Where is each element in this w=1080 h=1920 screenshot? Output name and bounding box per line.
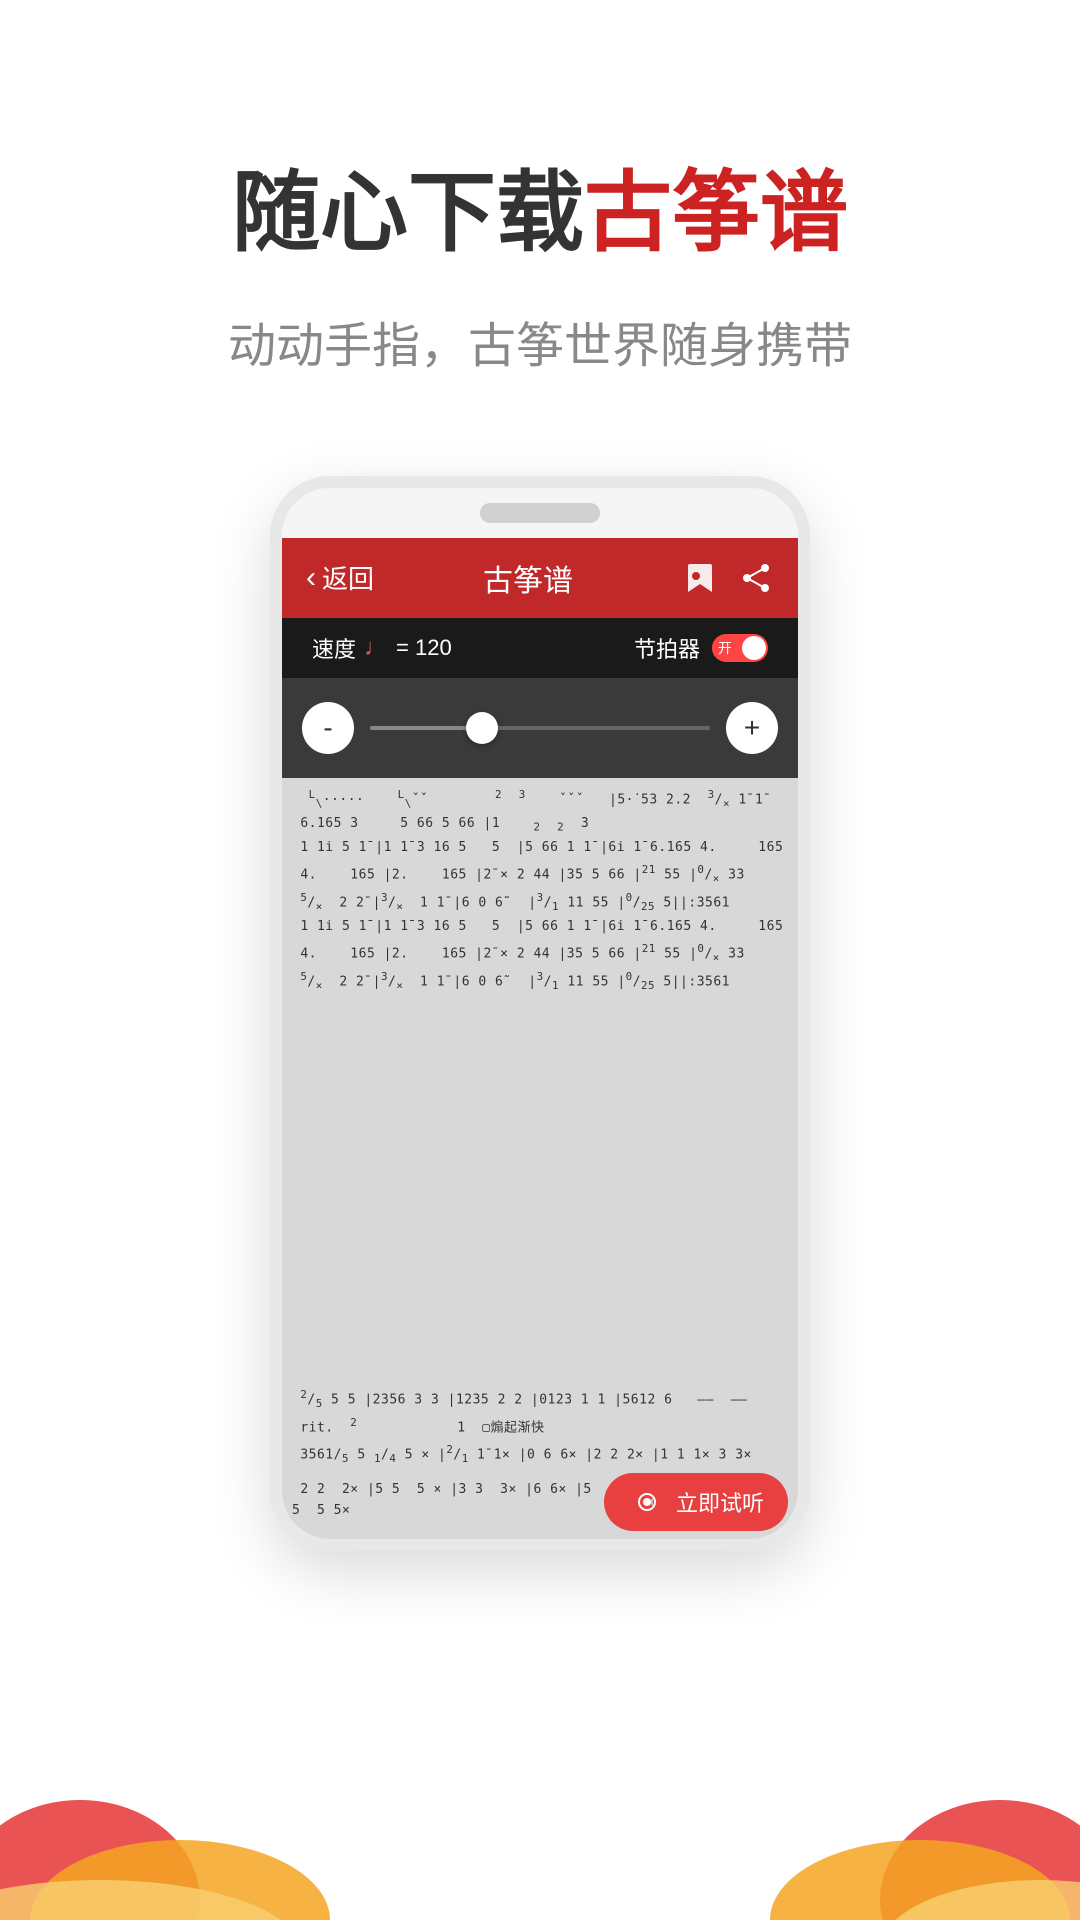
- speed-right: 节拍器 开: [634, 632, 768, 664]
- phone-mockup: ‹ 返回 古筝谱: [270, 476, 810, 1552]
- app-title: 古筝谱: [483, 556, 573, 600]
- share-icon[interactable]: [738, 560, 774, 596]
- hero-subtitle: 动动手指，古筝世界随身携带: [0, 306, 1080, 376]
- back-label: 返回: [322, 559, 374, 596]
- sheet-line-3: 4. 165 |2. 165 |2̄ × 2 44 |35 5 66 |2̄1 …: [292, 861, 788, 887]
- music-note-icon: ♩: [364, 634, 388, 662]
- metronome-label: 节拍器: [634, 632, 700, 664]
- try-listen-button[interactable]: 立即试听: [604, 1473, 788, 1531]
- phone-speaker: [480, 503, 600, 523]
- toggle-on-label: 开: [718, 638, 732, 658]
- speed-bar: 速度 ♩ = 120 节拍器 开: [282, 618, 798, 678]
- speed-value: = 120: [396, 635, 452, 661]
- header-icons: [682, 560, 774, 596]
- metronome-toggle[interactable]: 开: [712, 634, 768, 662]
- bottom-sheet-area: 2/5 5 5 |2356 3 3 |1235 2 2 |0123 1 1 |5…: [282, 1378, 798, 1540]
- hero-section: 随心下载古筝谱 动动手指，古筝世界随身携带: [0, 0, 1080, 436]
- playback-line-2: rit. 2 1 ▢煽起渐快: [292, 1414, 788, 1439]
- playback-line-3: 3561/5 5 1/4 5 × |2/1 1̄ 1× |0 6 6× |2 2…: [292, 1441, 788, 1467]
- minus-icon: -: [323, 712, 332, 744]
- slider-minus-button[interactable]: -: [302, 702, 354, 754]
- sheet-line-6: 4. 165 |2. 165 |2̄ × 2 44 |35 5 66 |2̄1 …: [292, 940, 788, 966]
- toggle-knob: [742, 636, 766, 660]
- back-button[interactable]: ‹ 返回: [306, 559, 374, 596]
- app-header: ‹ 返回 古筝谱: [282, 538, 798, 618]
- plus-icon: +: [744, 712, 760, 744]
- sheet-line-5: 1 1i 5 1̄ |1 1̄ 3 16 5 5 |5 66 1 1̄ |6i …: [292, 917, 788, 938]
- playback-line-1: 2/5 5 5 |2356 3 3 |1235 2 2 |0123 1 1 |5…: [292, 1386, 788, 1412]
- hero-title-prefix: 随心下载: [232, 163, 584, 262]
- speaker-icon: [628, 1483, 666, 1521]
- bookmark-icon[interactable]: [682, 560, 718, 596]
- speed-left: 速度 ♩ = 120: [312, 632, 452, 664]
- slider-area: - +: [282, 678, 798, 778]
- chevron-left-icon: ‹: [306, 561, 316, 595]
- app-content: ‹ 返回 古筝谱: [282, 538, 798, 1540]
- speed-label: 速度: [312, 632, 356, 664]
- hero-title-accent: 古筝谱: [584, 163, 848, 262]
- sheet-line-4: 5/× 2 2̄ |3/× 1 1̄ |6 0 6̃ |3/1 11 55 |0…: [292, 889, 788, 915]
- slider-track[interactable]: [370, 726, 710, 730]
- slider-plus-button[interactable]: +: [726, 702, 778, 754]
- playback-line-4: 2 2 2× |5 5 5 × |3 3 3× |6 6× |5 5 5 5×: [292, 1480, 594, 1522]
- try-listen-label: 立即试听: [676, 1486, 764, 1518]
- sheet-line-1: L\····· L\ˇˇ 2 3 ˇˇˇ |5··53 2.2 3/× 1̄ 1…: [292, 786, 788, 812]
- sheet-line-1b: 6.165 3 5 66 5 66 |1 2 2 3: [292, 814, 788, 836]
- sheet-music: L\····· L\ˇˇ 2 3 ˇˇˇ |5··53 2.2 3/× 1̄ 1…: [282, 778, 798, 1378]
- slider-thumb[interactable]: [466, 712, 498, 744]
- playback-bottom-row: 2 2 2× |5 5 5 × |3 3 3× |6 6× |5 5 5 5× …: [292, 1473, 788, 1531]
- phone-notch-bar: [282, 488, 798, 538]
- phone-wrapper: ‹ 返回 古筝谱: [0, 476, 1080, 1552]
- decorative-blobs: [0, 1640, 1080, 1920]
- sheet-line-2: 1 1i 5 1̄ |1 1̄ 3 16 5 5 |5 66 1 1̄ |6i …: [292, 838, 788, 859]
- sheet-line-7: 5/× 2 2̄ |3/× 1 1̄ |6 0 6̃ |3/1 11 55 |0…: [292, 968, 788, 994]
- hero-title: 随心下载古筝谱: [0, 160, 1080, 266]
